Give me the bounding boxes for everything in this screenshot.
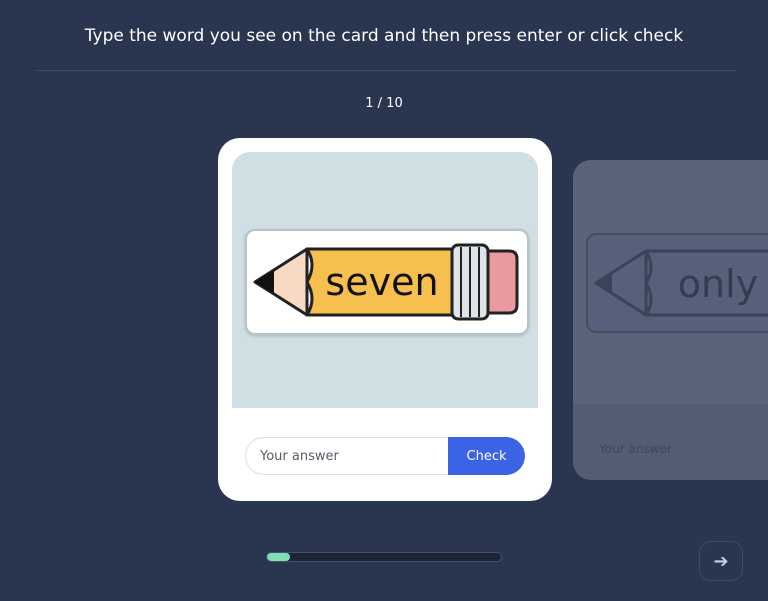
pencil-word-frame: seven [245, 229, 529, 335]
flashcard-current: seven Check [218, 138, 552, 501]
next-button[interactable]: ➔ [699, 541, 743, 581]
next-answer-placeholder: Your answer [599, 442, 672, 456]
progress-bar [266, 552, 502, 562]
card-counter: 1 / 10 [365, 96, 403, 111]
pencil-illustration: seven [253, 243, 519, 321]
instruction-text: Type the word you see on the card and th… [84, 26, 684, 46]
progress-fill [267, 553, 291, 561]
flashcard-next-preview: only Your answer [573, 160, 768, 480]
flashcard-image: seven [232, 152, 538, 408]
answer-row: Check [245, 437, 525, 475]
next-card-word: only [678, 262, 758, 306]
arrow-right-icon: ➔ [713, 551, 729, 572]
answer-input[interactable] [245, 437, 448, 475]
card-word: seven [325, 260, 438, 304]
next-pencil-illustration: only [594, 249, 768, 317]
next-flashcard-image: only [573, 160, 768, 404]
header-divider [34, 70, 736, 71]
next-pencil-word-frame: only [586, 233, 768, 333]
check-button[interactable]: Check [448, 437, 525, 475]
